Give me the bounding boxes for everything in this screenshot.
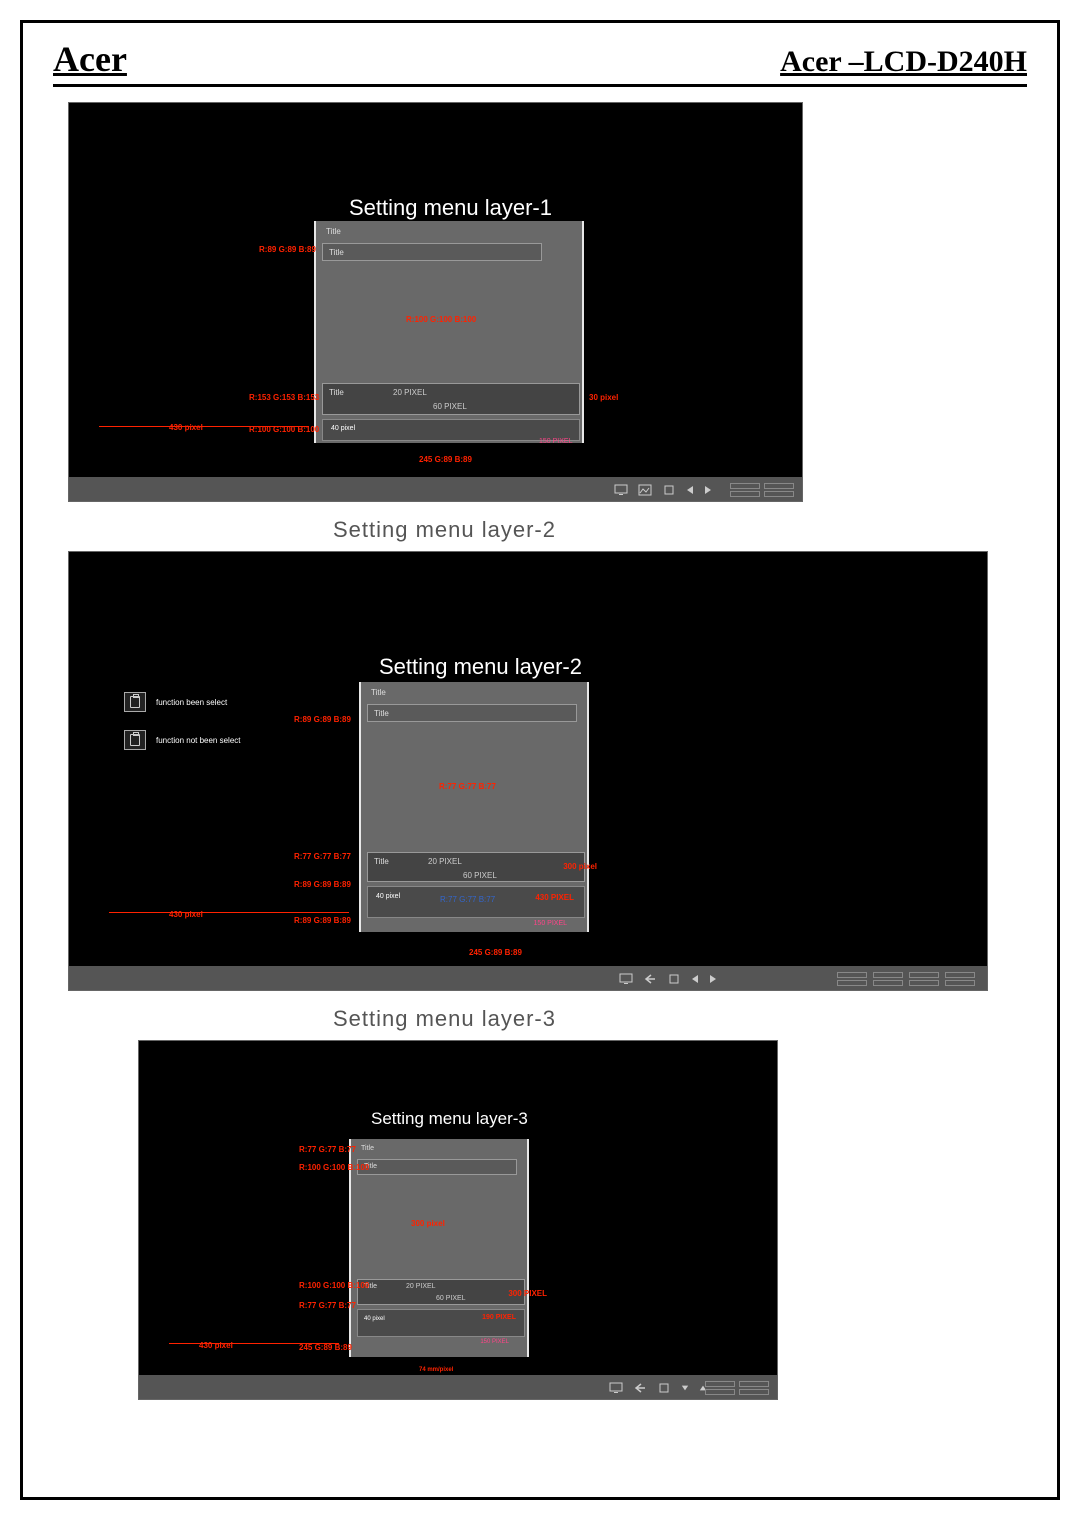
func-nosel-label: function not been select xyxy=(156,736,241,745)
right-mini-boxes-3 xyxy=(705,1381,769,1395)
right-mini-boxes-2 xyxy=(837,972,975,986)
r3-3: R:100 G:100 B:100 xyxy=(299,1281,369,1290)
px60-2: 60 PIXEL xyxy=(463,871,497,880)
px60: 60 PIXEL xyxy=(433,402,467,411)
title-label-3a: Title xyxy=(361,1145,374,1152)
px300b-3: 300 PIXEL xyxy=(508,1289,547,1298)
r4-2: R:89 G:89 B:89 xyxy=(294,916,351,925)
px30: 30 pixel xyxy=(589,393,618,402)
panel-title-1: Setting menu layer-1 xyxy=(349,195,552,221)
left-arrow-icon[interactable] xyxy=(686,485,694,495)
red-underline-2 xyxy=(109,912,349,913)
bottom-bar-2 xyxy=(69,966,987,990)
px300-2: 300 pixel xyxy=(563,862,597,871)
page-header: Acer Acer –LCD-D240H xyxy=(53,38,1027,87)
center-3: 300 pixel xyxy=(411,1219,445,1228)
bottom-3: 74 mm/pixel xyxy=(419,1367,453,1373)
px20-3: 20 PIXEL xyxy=(406,1283,436,1290)
left-arrow-icon[interactable] xyxy=(691,974,699,984)
px150: 150 PIXEL xyxy=(539,438,572,445)
title-label-a: Title xyxy=(326,227,341,236)
panel-title-2: Setting menu layer-2 xyxy=(379,654,582,680)
bottom-bar-3 xyxy=(139,1375,777,1399)
title-label-2b: Title xyxy=(374,709,389,718)
title-box-3: Title xyxy=(357,1159,517,1175)
title-c: Title xyxy=(329,388,344,397)
title-box: Title xyxy=(322,243,542,261)
panel-title-3: Setting menu layer-3 xyxy=(371,1109,528,1129)
screenshot-layer-1: Setting menu layer-1 Title Title R:100 G… xyxy=(68,102,803,502)
osd-panel-1: Title Title R:100 G:100 B:100 Title 20 P… xyxy=(314,221,584,443)
right-mini-boxes xyxy=(730,483,794,497)
px245-2: 245 G:89 B:89 xyxy=(469,948,522,957)
screenshot-layer-3: Setting menu layer-3 Title Title 300 pix… xyxy=(138,1040,778,1400)
center-rgb: R:100 G:100 B:100 xyxy=(406,315,476,324)
screenshot-layer-2: Setting menu layer-2 Title Title R:77 G:… xyxy=(68,551,988,991)
monitor-icon xyxy=(614,484,628,496)
px150-2: 150 PIXEL xyxy=(534,920,567,927)
right-arrow-icon[interactable] xyxy=(709,974,717,984)
bottom-bar-1 xyxy=(69,477,802,501)
trash-icon-selected xyxy=(124,692,146,712)
title-label-2a: Title xyxy=(371,688,386,697)
model-text: Acer –LCD-D240H xyxy=(780,45,1027,79)
document-page: Acer Acer –LCD-D240H Setting menu layer-… xyxy=(20,20,1060,1500)
px20-2: 20 PIXEL xyxy=(428,857,462,866)
tool-icon xyxy=(667,973,681,985)
monitor-icon xyxy=(619,973,633,985)
px190-3: 190 PIXEL xyxy=(482,1314,516,1321)
osd-panel-3: Title Title 300 pixel Title 20 PIXEL 60 … xyxy=(349,1139,529,1357)
back-icon[interactable] xyxy=(633,1382,647,1394)
picture-icon xyxy=(638,484,652,496)
dim40-2: 40 pixel xyxy=(376,893,400,900)
function-not-selected-row: function not been select xyxy=(124,730,241,750)
lower-footer-3: 40 pixel 190 PIXEL xyxy=(357,1309,525,1337)
footer-box-1: Title 20 PIXEL 60 PIXEL xyxy=(322,383,580,415)
icon-group-3 xyxy=(609,1382,707,1394)
red-underline-1 xyxy=(99,426,309,427)
osd-panel-2: Title Title R:77 G:77 B:77 Title 20 PIXE… xyxy=(359,682,589,932)
title-2c: Title xyxy=(374,857,389,866)
footer-box-3: Title 20 PIXEL 60 PIXEL xyxy=(357,1279,525,1305)
px150-3: 150 PIXEL xyxy=(480,1339,509,1345)
title-box-2: Title xyxy=(367,704,577,722)
px430b-2: 430 PIXEL xyxy=(535,893,574,902)
center-rgb-2: R:77 G:77 B:77 xyxy=(439,782,496,791)
px245: 245 G:89 B:89 xyxy=(419,455,472,464)
red-underline-3 xyxy=(169,1343,339,1344)
title-label-b: Title xyxy=(329,248,344,257)
r3-2: R:89 G:89 B:89 xyxy=(294,880,351,889)
back-icon[interactable] xyxy=(643,973,657,985)
r2-3: R:100 G:100 B:100 xyxy=(299,1163,369,1172)
function-selected-row: function been select xyxy=(124,692,227,712)
r1: R:89 G:89 B:89 xyxy=(259,245,316,254)
r2-2: R:77 G:77 B:77 xyxy=(294,852,351,861)
r4-3: R:77 G:77 B:77 xyxy=(299,1301,356,1310)
icon-group-1 xyxy=(614,484,712,496)
footer-box-2: Title 20 PIXEL 60 PIXEL xyxy=(367,852,585,882)
px430: 430 pixel xyxy=(169,423,203,432)
monitor-icon xyxy=(609,1382,623,1394)
px245-3: 245 G:89 B:89 xyxy=(299,1343,352,1352)
tool-icon xyxy=(657,1382,671,1394)
r2: R:153 G:153 B:153 xyxy=(249,393,319,402)
r1-2: R:89 G:89 B:89 xyxy=(294,715,351,724)
brand-text: Acer xyxy=(53,38,127,80)
trash-icon-not-selected xyxy=(124,730,146,750)
func-sel-label: function been select xyxy=(156,698,227,707)
right-arrow-icon[interactable] xyxy=(704,485,712,495)
px20: 20 PIXEL xyxy=(393,388,427,397)
caption-2: Setting menu layer-2 xyxy=(333,517,1027,543)
px60-3: 60 PIXEL xyxy=(436,1295,466,1302)
down-arrow-icon[interactable] xyxy=(681,1383,689,1393)
tool-icon xyxy=(662,484,676,496)
dim40-3: 40 pixel xyxy=(364,1316,385,1322)
dim40: 40 pixel xyxy=(331,425,355,432)
icon-group-2 xyxy=(619,973,717,985)
blue-2: R:77 G:77 B:77 xyxy=(440,895,495,904)
r1-3: R:77 G:77 B:77 xyxy=(299,1145,356,1154)
caption-3: Setting menu layer-3 xyxy=(333,1006,1027,1032)
lower-footer-2: 40 pixel R:77 G:77 B:77 430 PIXEL xyxy=(367,886,585,918)
